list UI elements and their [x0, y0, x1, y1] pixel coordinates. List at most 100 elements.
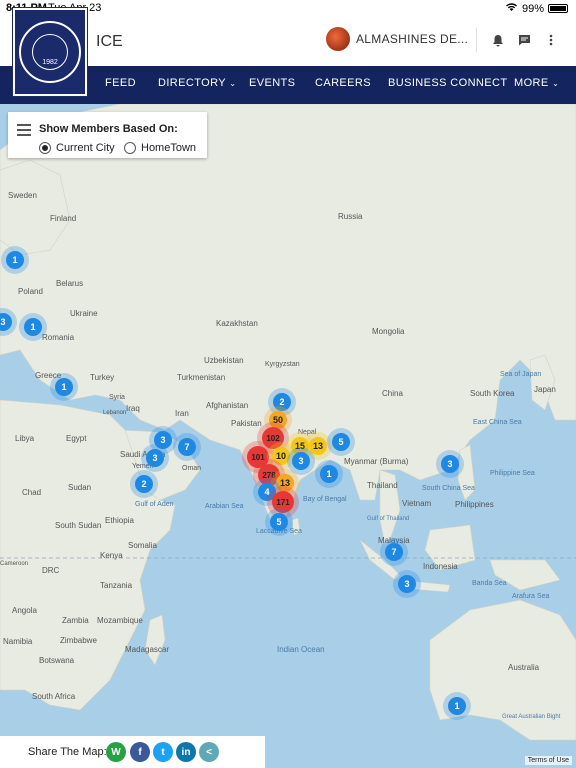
radio-current-city[interactable]: Current City	[39, 142, 115, 154]
nav-careers[interactable]: CAREERS	[315, 77, 371, 89]
share-share-button[interactable]: <	[199, 742, 219, 762]
map-label: Russia	[338, 212, 363, 221]
chevron-down-icon: ⌄	[229, 79, 237, 88]
member-cluster-marker[interactable]: 3	[436, 450, 464, 478]
facebook-share-button[interactable]: f	[130, 742, 150, 762]
map-label: Arafura Sea	[512, 593, 549, 600]
map-label: Ethiopia	[105, 516, 134, 525]
linkedin-share-button[interactable]: in	[176, 742, 196, 762]
cluster-count: 3	[152, 453, 157, 463]
map-label: Lebanon	[103, 410, 126, 416]
nav-events[interactable]: EVENTS	[249, 77, 295, 89]
map-label: Madagascar	[125, 645, 169, 654]
map-label: South China Sea	[422, 485, 475, 492]
member-filter-card: Show Members Based On: Current City Home…	[8, 112, 207, 158]
map-label: Iraq	[126, 404, 140, 413]
map-label: Philippines	[455, 500, 494, 509]
map-label: Iran	[175, 409, 189, 418]
member-cluster-marker[interactable]: 3	[141, 444, 169, 472]
cluster-count: 1	[30, 322, 35, 332]
map-label: Gulf of Thailand	[367, 516, 409, 522]
member-cluster-marker[interactable]: 1	[1, 246, 29, 274]
member-cluster-marker[interactable]: 7	[173, 433, 201, 461]
map-label: Botswana	[39, 656, 75, 665]
cluster-count: 3	[298, 456, 303, 466]
nav-feed-label: FEED	[105, 77, 136, 89]
map-label: Kazakhstan	[216, 319, 258, 328]
cluster-count: 2	[141, 479, 146, 489]
member-cluster-marker[interactable]: 5	[265, 508, 293, 536]
cluster-count: 3	[160, 435, 165, 445]
nav-more[interactable]: MORE ⌄	[514, 77, 559, 89]
nav-business-connect-label: BUSINESS CONNECT	[388, 77, 508, 89]
map-label: Turkey	[90, 373, 114, 382]
cluster-count: 13	[313, 441, 323, 451]
member-cluster-marker[interactable]: 1	[50, 373, 78, 401]
map-label: Mongolia	[372, 327, 405, 336]
member-cluster-marker[interactable]: 1	[315, 460, 343, 488]
map-label: Poland	[18, 287, 43, 296]
map-label: Somalia	[128, 541, 157, 550]
notification-bell-icon[interactable]	[489, 31, 507, 49]
map-label: Indonesia	[423, 562, 458, 571]
map-label: Pakistan	[231, 419, 262, 428]
map-label: Indian Ocean	[277, 645, 325, 654]
chevron-down-icon: ⌄	[552, 79, 560, 88]
map-label: Romania	[42, 333, 75, 342]
user-profile-button[interactable]: ALMASHINES DE...	[326, 27, 468, 51]
whatsapp-icon: W	[111, 746, 121, 758]
map-label: Zimbabwe	[60, 636, 97, 645]
logo-emblem: 1982	[32, 34, 68, 70]
member-cluster-marker[interactable]: 7	[380, 538, 408, 566]
map-label: Gulf of Aden	[135, 501, 174, 508]
more-vertical-icon[interactable]	[542, 31, 560, 49]
member-cluster-marker[interactable]: 1	[443, 692, 471, 720]
members-map[interactable]: Sweden Finland Russia Belarus Poland Ukr…	[0, 104, 576, 768]
radio-selected-icon	[39, 142, 51, 154]
map-label: Chad	[22, 488, 41, 497]
radio-hometown[interactable]: HomeTown	[124, 142, 196, 154]
map-label: DRC	[42, 566, 60, 575]
share-label: Share The Map:	[28, 746, 107, 758]
map-label: East China Sea	[473, 419, 522, 426]
cluster-count: 2	[279, 397, 284, 407]
cluster-count: 3	[447, 459, 452, 469]
cluster-count: 3	[0, 317, 5, 327]
college-logo[interactable]: 1982	[13, 8, 87, 96]
map-label: South Africa	[32, 692, 76, 701]
battery-percent: 99%	[521, 2, 544, 15]
map-canvas[interactable]: Sweden Finland Russia Belarus Poland Ukr…	[0, 104, 576, 768]
cluster-count: 10	[276, 451, 286, 461]
map-label: Egypt	[66, 434, 87, 443]
map-label: Vietnam	[402, 499, 432, 508]
nav-feed[interactable]: FEED	[105, 77, 136, 89]
member-cluster-marker[interactable]: 2	[130, 470, 158, 498]
map-label: Cameroon	[0, 561, 28, 567]
whatsapp-share-button[interactable]: W	[106, 742, 126, 762]
twitter-icon: t	[161, 746, 165, 758]
cluster-count: 1	[454, 701, 459, 711]
nav-directory[interactable]: DIRECTORY ⌄	[158, 77, 236, 89]
chat-message-icon[interactable]	[515, 31, 533, 49]
nav-business-connect[interactable]: BUSINESS CONNECT	[388, 77, 507, 89]
member-cluster-marker[interactable]: 1	[19, 313, 47, 341]
cluster-count: 7	[184, 442, 189, 452]
cluster-count: 1	[12, 255, 17, 265]
map-label: Namibia	[3, 637, 33, 646]
nav-careers-label: CAREERS	[315, 77, 371, 89]
map-label: Libya	[15, 434, 35, 443]
menu-icon[interactable]	[17, 124, 31, 139]
member-cluster-marker[interactable]: 3	[393, 570, 421, 598]
map-label: Australia	[508, 663, 540, 672]
terms-of-use-link[interactable]: Terms of Use	[524, 756, 572, 765]
twitter-share-button[interactable]: t	[153, 742, 173, 762]
nav-directory-label: DIRECTORY	[158, 77, 226, 89]
map-label: Mozambique	[97, 616, 143, 625]
map-label: Banda Sea	[472, 580, 507, 587]
map-label: Belarus	[56, 279, 83, 288]
facebook-icon: f	[138, 746, 142, 758]
map-label: Myanmar (Burma)	[344, 457, 409, 466]
map-label: Syria	[109, 394, 125, 401]
status-right: 99%	[505, 2, 568, 15]
member-cluster-marker[interactable]: 5	[327, 428, 355, 456]
